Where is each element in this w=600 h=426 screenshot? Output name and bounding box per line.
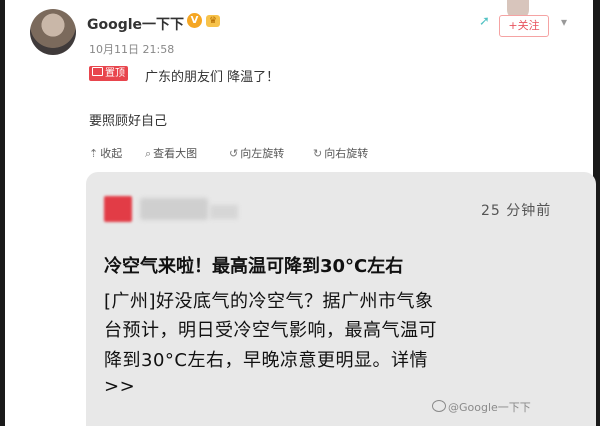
watermark: @Google一下下 [432, 399, 531, 415]
notification-details-link[interactable]: >> [104, 376, 135, 397]
rotate-left-icon: ↺ [229, 147, 239, 160]
pin-icon [92, 67, 103, 76]
post-text-line-2: 要照顾好自己 [89, 114, 168, 129]
follow-button[interactable]: +关注 [499, 15, 549, 37]
avatar[interactable] [30, 9, 76, 55]
left-edge [0, 0, 5, 426]
collapse-label: 收起 [100, 147, 123, 160]
pinned-tag: 置顶 [89, 66, 128, 81]
magnifier-icon: ⌕ [145, 147, 152, 160]
rotate-left-button[interactable]: ↺ 向左旋转 [229, 145, 284, 161]
verified-badge-icon: V [187, 13, 202, 28]
view-image-label: 查看大图 [153, 147, 198, 160]
rotate-right-icon: ↻ [313, 147, 323, 160]
decorative-arrow-icon: ➚ [479, 14, 490, 29]
rotate-right-label: 向右旋转 [324, 147, 369, 160]
notification-body-line-3: 降到30°C左右，早晚凉意更明显。详情 [104, 350, 428, 371]
watermark-text: @Google一下下 [448, 401, 531, 414]
post-timestamp[interactable]: 10月11日 21:58 [89, 41, 174, 57]
post-text-line-1: 广东的朋友们 降温了！ [145, 70, 280, 85]
vip-crown-icon: ♛ [206, 15, 220, 27]
rotate-right-button[interactable]: ↻ 向右旋转 [313, 145, 368, 161]
collapse-button[interactable]: ⇡ 收起 [89, 145, 122, 161]
rotate-left-label: 向左旋转 [240, 147, 285, 160]
up-arrow-icon: ⇡ [89, 147, 99, 160]
chevron-down-icon[interactable]: ▾ [561, 15, 567, 29]
notification-body-line-2: 台预计，明日受冷空气影响，最高气温可 [104, 320, 437, 341]
pinned-tag-label: 置顶 [105, 68, 125, 79]
blurred-app-name [140, 198, 208, 220]
notification-body-line-1: [广州]好没底气的冷空气？据广州市气象 [104, 291, 434, 312]
username[interactable]: Google一下下 [87, 14, 184, 34]
notification-time: 25 分钟前 [481, 203, 552, 219]
weibo-logo-icon [432, 400, 446, 412]
view-image-button[interactable]: ⌕ 查看大图 [145, 145, 197, 161]
notification-headline: 冷空气来啦！最高温可降到30°C左右 [104, 256, 404, 277]
blurred-app-icon [104, 196, 132, 222]
blurred-app-name-tail [210, 205, 238, 219]
